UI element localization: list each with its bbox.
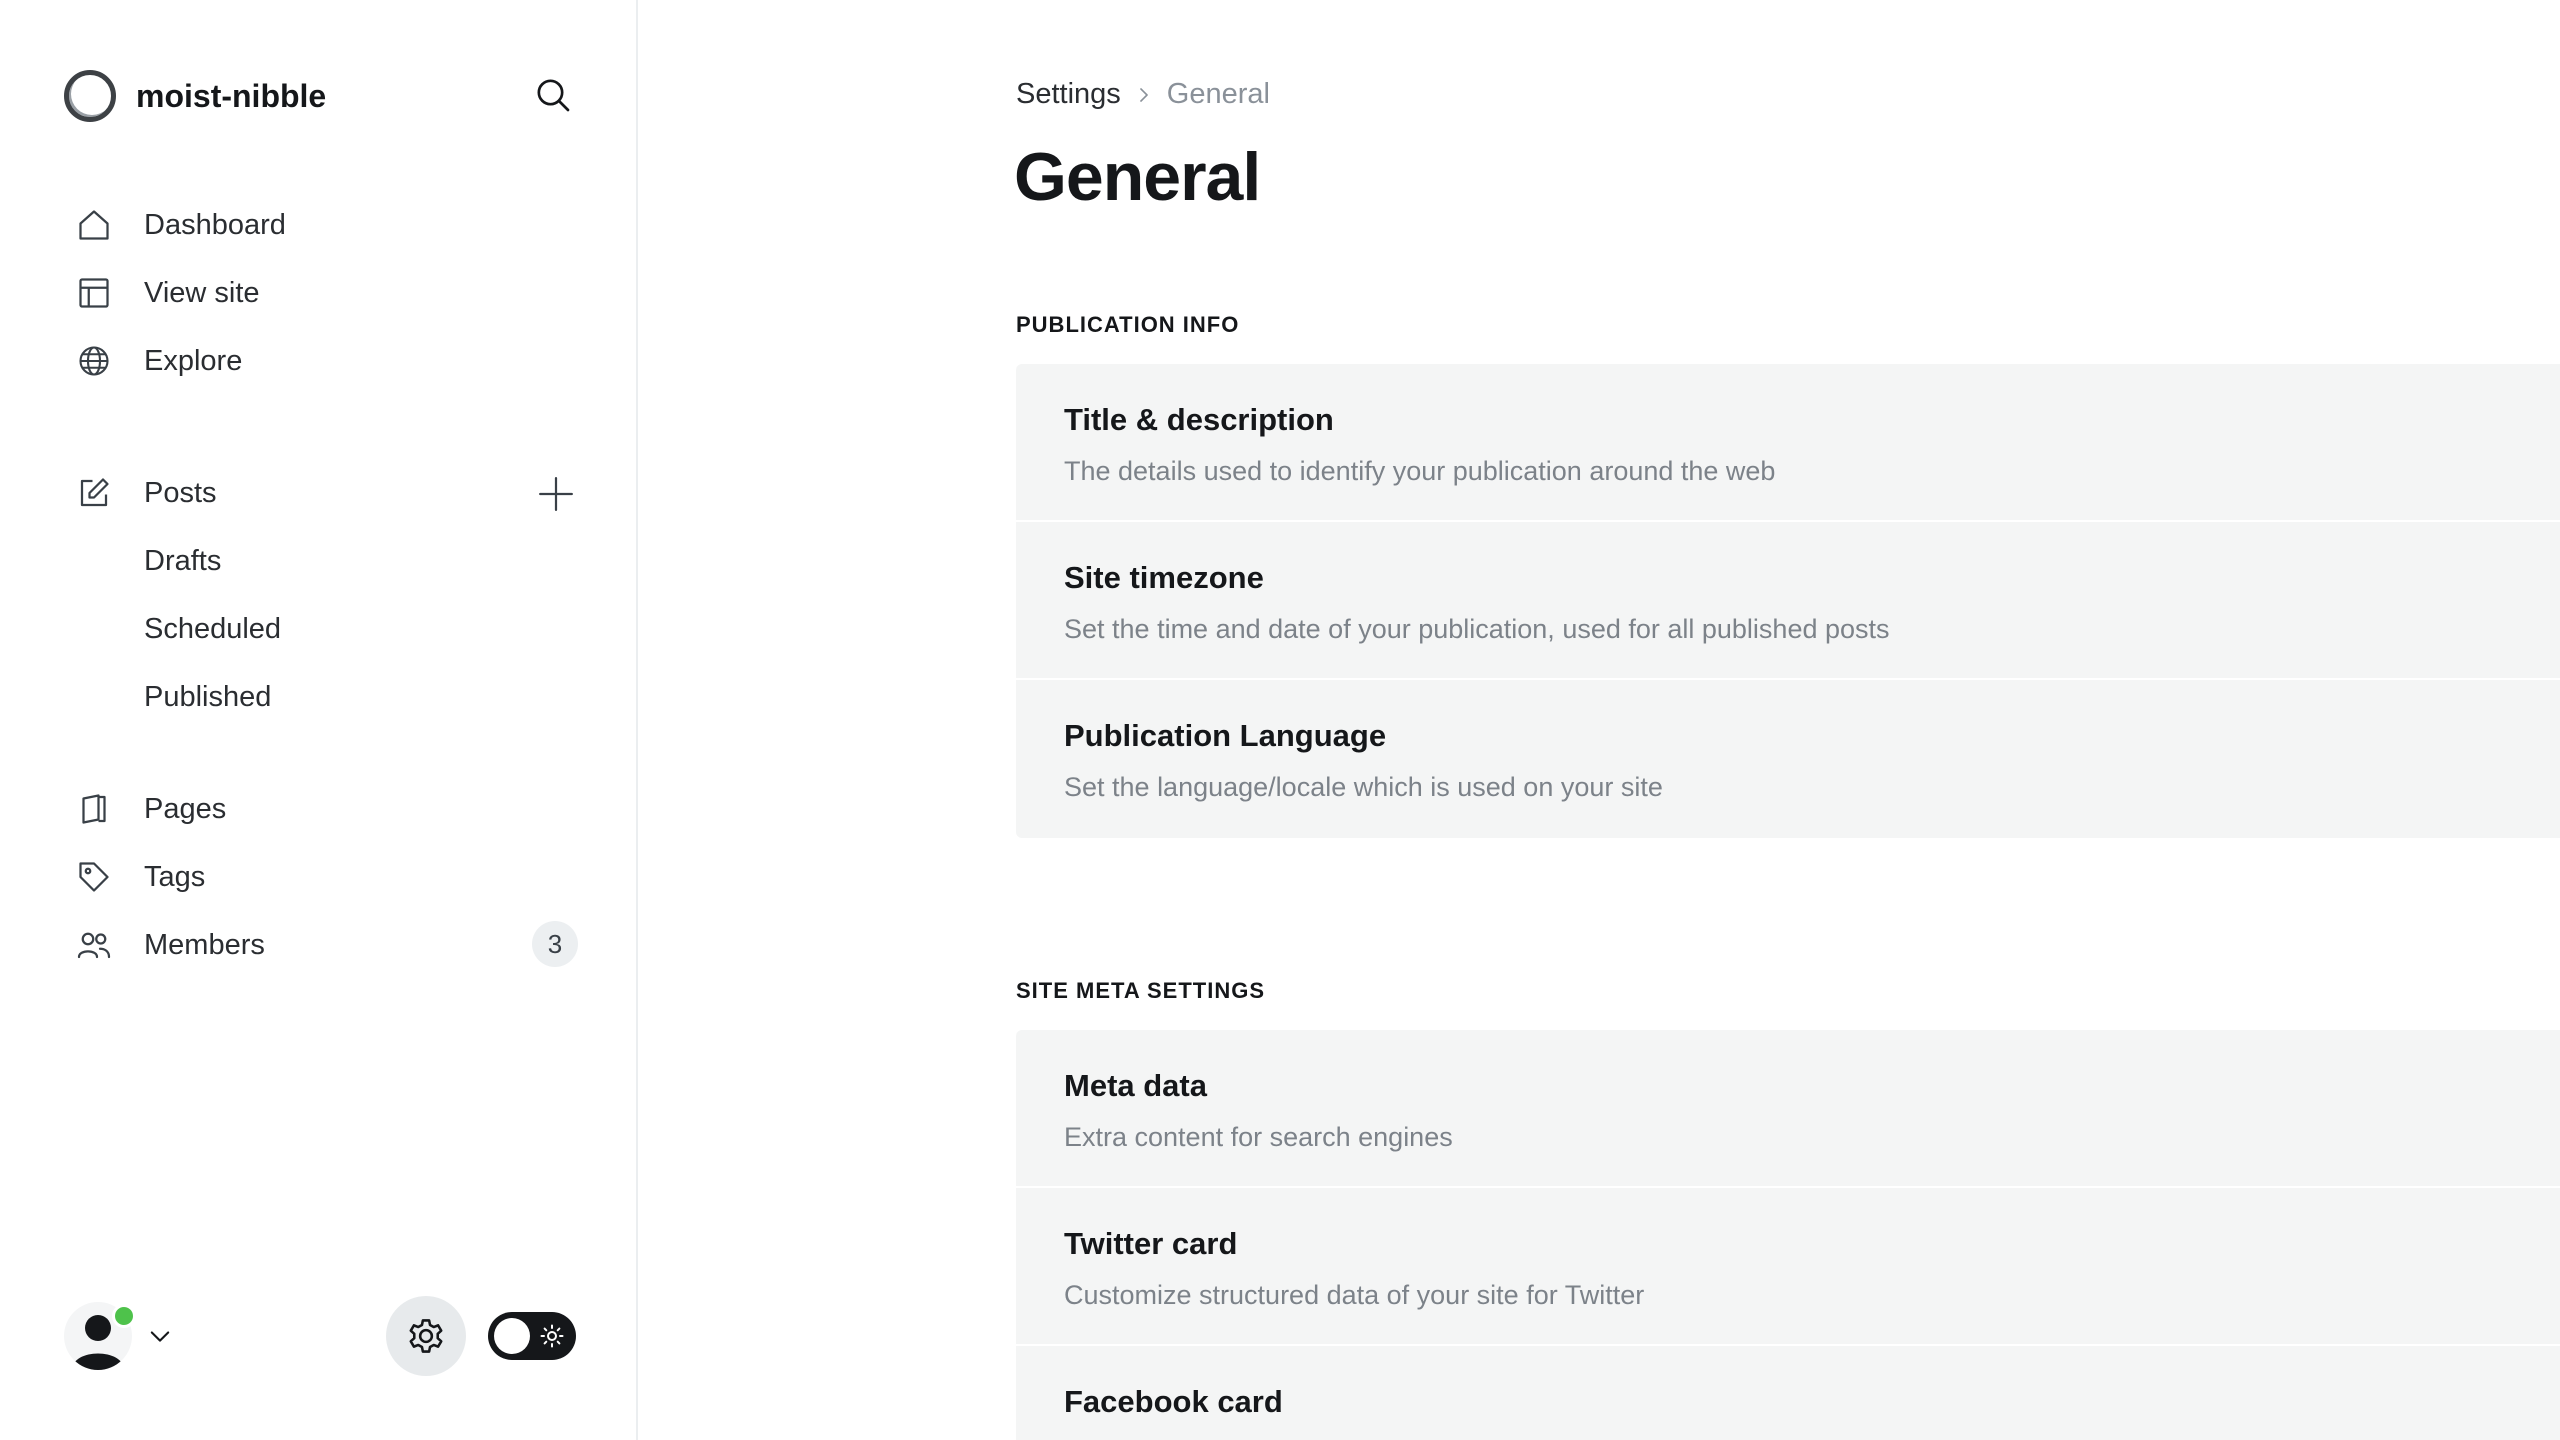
users-icon (74, 925, 114, 965)
setting-row-description: Set the time and date of your publicatio… (1064, 614, 1890, 644)
setting-row-title: Title & description (1064, 402, 1334, 437)
nav-posts-label: Posts (144, 476, 217, 509)
setting-row-meta-data[interactable]: Meta data Extra content for search engin… (1016, 1030, 2560, 1188)
plus-icon (539, 477, 573, 511)
setting-row-site-timezone[interactable]: Site timezone Set the time and date of y… (1016, 522, 2560, 680)
site-name: moist-nibble (136, 77, 327, 114)
nav-pages[interactable]: Pages (74, 779, 578, 839)
setting-row-description: The details used to identify your public… (1064, 456, 1776, 486)
setting-row-description: Customize structured data of your site f… (1064, 1280, 1645, 1310)
tag-icon (74, 857, 114, 897)
section-title-site-meta-settings: SITE META SETTINGS (1016, 978, 1266, 1003)
site-logo (64, 70, 116, 122)
members-count-badge: 3 (532, 921, 578, 967)
layout-icon (74, 273, 114, 313)
sidebar: moist-nibble Dashboard View site Explore… (0, 0, 638, 1440)
nav-members[interactable]: Members (74, 915, 514, 975)
page-title: General (1014, 139, 1261, 215)
setting-row-description: Set the language/locale which is used on… (1064, 772, 1663, 802)
chevron-right-icon (1139, 87, 1148, 102)
setting-row-title: Twitter card (1064, 1226, 1238, 1261)
new-post-button[interactable] (530, 468, 582, 520)
setting-row-title: Publication Language (1064, 718, 1387, 753)
pencil-icon (74, 473, 114, 513)
search-icon (537, 79, 570, 112)
nav-posts-published[interactable]: Published (144, 667, 271, 727)
gear-icon (409, 1319, 443, 1353)
nav-view-site[interactable]: View site (74, 263, 578, 323)
globe-icon (74, 341, 114, 381)
nav-explore-label: Explore (144, 344, 243, 377)
nav-explore[interactable]: Explore (74, 331, 578, 391)
theme-toggle[interactable] (488, 1312, 576, 1360)
nav-view-site-label: View site (144, 276, 260, 309)
setting-row-twitter-card[interactable]: Twitter card Customize structured data o… (1016, 1188, 2560, 1346)
nav-members-label: Members (144, 928, 265, 961)
nav-posts[interactable]: Posts (74, 463, 514, 523)
setting-row-description: Extra content for search engines (1064, 1122, 1453, 1152)
settings-button[interactable] (386, 1296, 466, 1376)
nav-posts-drafts[interactable]: Drafts (144, 531, 221, 591)
nav-posts-scheduled[interactable]: Scheduled (144, 599, 281, 659)
nav-dashboard-label: Dashboard (144, 208, 286, 241)
breadcrumb-current: General (1166, 78, 1270, 110)
publication-info-group: Title & description The details used to … (1016, 364, 2560, 838)
breadcrumb-settings[interactable]: Settings (1016, 78, 1121, 111)
online-status-dot (112, 1304, 136, 1328)
sun-icon (540, 1324, 564, 1348)
page-icon (74, 789, 114, 829)
nav-dashboard[interactable]: Dashboard (74, 195, 578, 255)
setting-row-title-description[interactable]: Title & description The details used to … (1016, 364, 2560, 522)
setting-row-title: Meta data (1064, 1068, 1207, 1103)
nav-tags[interactable]: Tags (74, 847, 578, 907)
chevron-down-icon[interactable] (146, 1322, 174, 1350)
user-menu[interactable] (64, 1302, 136, 1372)
toggle-knob (494, 1318, 530, 1354)
setting-row-title: Site timezone (1064, 560, 1264, 595)
nav-tags-label: Tags (144, 860, 206, 893)
breadcrumb: Settings General (1016, 78, 1270, 111)
setting-row-title: Facebook card (1064, 1384, 1283, 1419)
site-meta-group: Meta data Extra content for search engin… (1016, 1030, 2560, 1440)
search-button[interactable] (528, 70, 578, 120)
section-title-publication-info: PUBLICATION INFO (1016, 312, 1240, 337)
brand[interactable]: moist-nibble (64, 64, 326, 128)
home-icon (74, 205, 114, 245)
nav-pages-label: Pages (144, 792, 227, 825)
setting-row-publication-language[interactable]: Publication Language Set the language/lo… (1016, 680, 2560, 838)
setting-row-facebook-card[interactable]: Facebook card (1016, 1346, 2560, 1440)
